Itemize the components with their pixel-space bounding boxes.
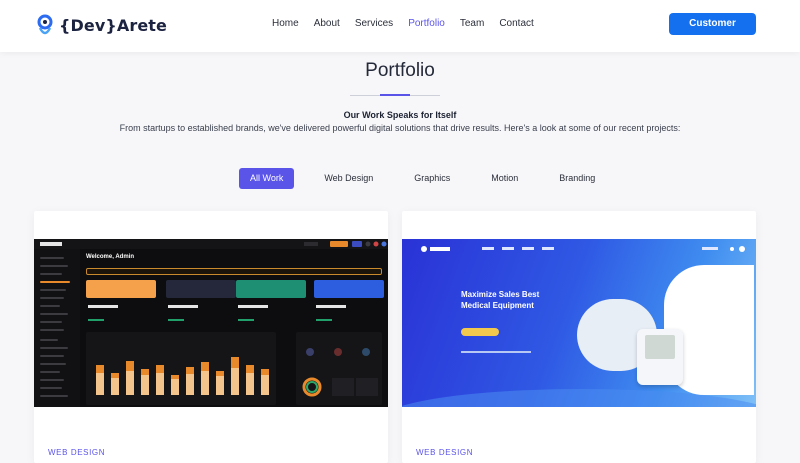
site-header: {Dev}Arete Home About Services Portfolio… — [0, 0, 800, 52]
dashboard-tile — [86, 280, 156, 298]
main-nav: Home About Services Portfolio Team Conta… — [272, 18, 549, 29]
filter-graphics[interactable]: Graphics — [403, 168, 461, 189]
nav-about[interactable]: About — [314, 18, 340, 29]
dashboard-stat — [314, 305, 384, 325]
dashboard-welcome: Welcome, Admin — [86, 254, 135, 260]
dashboard-banner — [86, 268, 382, 275]
dashboard-tile — [314, 280, 384, 298]
sales-chart-panel — [86, 332, 276, 405]
nav-home[interactable]: Home — [272, 18, 299, 29]
title-divider — [350, 94, 440, 96]
blood-pressure-monitor — [637, 329, 683, 385]
dashboard-tile — [166, 280, 236, 298]
logo[interactable]: {Dev}Arete — [37, 12, 167, 38]
dashboard-stat — [236, 305, 306, 325]
dashboard-topbar — [34, 239, 388, 249]
portfolio-filters: All Work Web Design Graphics Motion Bran… — [239, 168, 625, 189]
portfolio-thumbnail-medical: Maximize Sales Best Medical Equipment — [402, 239, 756, 407]
nav-contact[interactable]: Contact — [499, 18, 533, 29]
dashboard-tile — [236, 280, 306, 298]
customer-support-button[interactable]: Customer Support — [669, 13, 756, 51]
filter-motion[interactable]: Motion — [480, 168, 529, 189]
dashboard-stat — [86, 305, 156, 325]
logo-text: {Dev}Arete — [59, 15, 167, 35]
section-subtitle: Our Work Speaks for Itself — [343, 110, 457, 120]
filter-all-work[interactable]: All Work — [239, 168, 295, 189]
overall-info-panel — [296, 332, 382, 405]
portfolio-card-medical[interactable]: Maximize Sales Best Medical Equipment WE… — [402, 211, 756, 463]
nav-team[interactable]: Team — [460, 18, 484, 29]
portfolio-thumbnail-dashboard: Welcome, Admin — [34, 239, 388, 407]
filter-branding[interactable]: Branding — [548, 168, 606, 189]
card-category: WEB DESIGN — [416, 448, 474, 457]
dashboard-screenshot: Welcome, Admin — [34, 239, 388, 407]
portfolio-card-dashboard[interactable]: Welcome, Admin WEB DESIGN — [34, 211, 388, 463]
medical-site-navbar — [402, 239, 756, 259]
filter-web-design[interactable]: Web Design — [313, 168, 384, 189]
nav-portfolio[interactable]: Portfolio — [408, 18, 445, 29]
dashboard-stat — [166, 305, 236, 325]
page-title: Portfolio — [365, 60, 435, 81]
nav-services[interactable]: Services — [355, 18, 393, 29]
medical-headline: Maximize Sales Best Medical Equipment — [461, 290, 540, 310]
title-divider-accent — [380, 94, 410, 96]
section-description: From startups to established brands, we'… — [119, 123, 681, 133]
dashboard-sidebar — [34, 249, 80, 407]
logo-icon — [37, 14, 53, 36]
medical-cta-button — [461, 328, 499, 336]
card-category: WEB DESIGN — [48, 448, 106, 457]
medical-site-screenshot: Maximize Sales Best Medical Equipment — [402, 239, 756, 407]
